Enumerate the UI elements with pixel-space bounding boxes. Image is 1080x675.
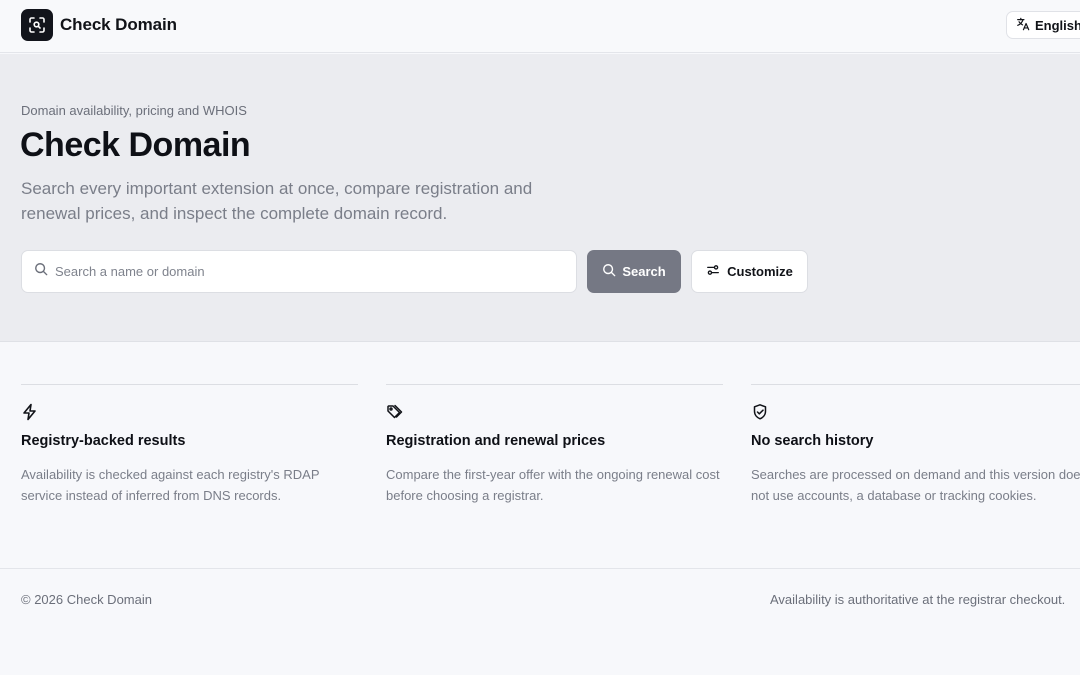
copyright-text: © 2026 Check Domain (21, 592, 152, 607)
feature-text: Searches are processed on demand and thi… (751, 467, 1080, 503)
page-title: Check Domain (20, 126, 251, 164)
lightning-icon (21, 403, 39, 426)
hero-description: Search every important extension at once… (21, 179, 533, 223)
language-selector[interactable]: English (1006, 11, 1080, 39)
tags-icon (386, 403, 404, 426)
search-field[interactable] (21, 250, 577, 293)
feature-text: Compare the first-year offer with the on… (386, 467, 720, 503)
shield-check-icon (751, 403, 769, 426)
feature-title: Registry-backed results (21, 433, 186, 449)
sliders-icon (706, 263, 720, 280)
feature-title: No search history (751, 433, 874, 449)
hero-section: Domain availability, pricing and WHOIS C… (0, 54, 1080, 342)
top-navigation-bar: Check Domain English (0, 0, 1080, 53)
brand-name: Check Domain (60, 15, 177, 34)
search-icon (34, 262, 48, 281)
feature-privacy: No search history Searches are processed… (751, 384, 1080, 503)
search-input[interactable] (55, 264, 535, 279)
feature-title: Registration and renewal prices (386, 433, 606, 449)
customize-button[interactable]: Customize (691, 250, 808, 293)
footer-note: Availability is authoritative at the reg… (770, 592, 1066, 607)
page-footer: © 2026 Check Domain Availability is auth… (0, 568, 1080, 675)
translate-icon (1016, 17, 1030, 34)
hero-eyebrow: Domain availability, pricing and WHOIS (21, 103, 247, 118)
search-button-label: Search (622, 264, 666, 279)
home-link[interactable]: Check Domain (21, 9, 177, 41)
language-label: English (1035, 17, 1080, 33)
feature-text: Availability is checked against each reg… (21, 467, 320, 503)
customize-button-label: Customize (727, 264, 793, 279)
scan-search-icon (21, 9, 53, 41)
feature-prices: Registration and renewal prices Compare … (386, 384, 723, 503)
search-icon (602, 263, 616, 280)
search-button[interactable]: Search (587, 250, 681, 293)
feature-registry: Registry-backed results Availability is … (21, 384, 358, 503)
